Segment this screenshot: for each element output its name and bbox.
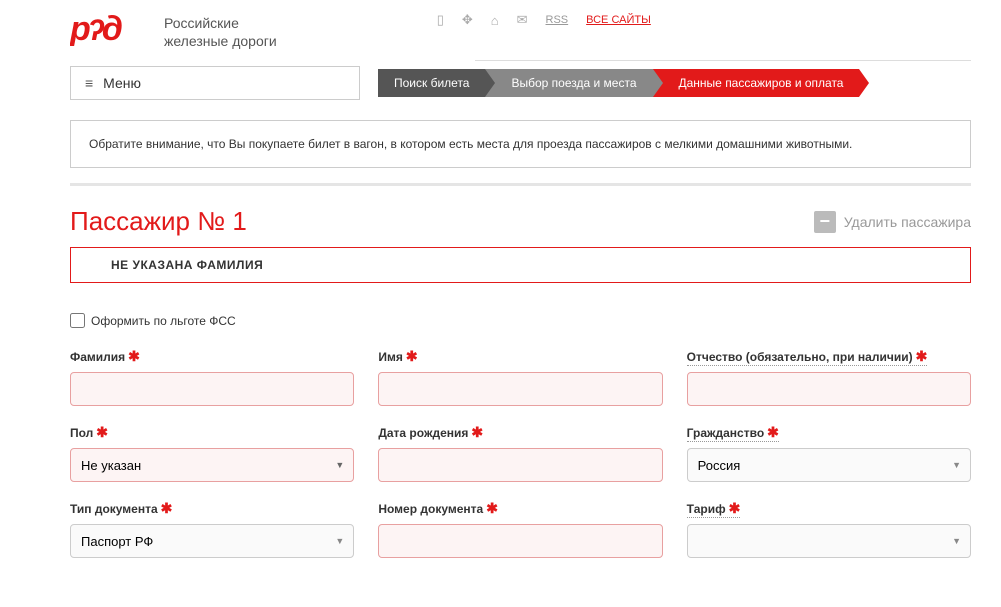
logo-area: pʔд Российские железные дороги <box>70 10 277 54</box>
menu-button[interactable]: ≡ Меню <box>70 66 360 100</box>
gender-label: Пол✱ <box>70 424 354 442</box>
required-asterisk: ✱ <box>471 424 483 441</box>
docnum-input[interactable] <box>378 524 662 558</box>
mobile-icon[interactable]: ▯ <box>437 12 444 28</box>
gender-select[interactable]: Не указан <box>70 448 354 482</box>
patronymic-input[interactable] <box>687 372 971 406</box>
tariff-label: Тариф✱ <box>687 500 741 518</box>
step-choose-train[interactable]: Выбор поезда и места <box>485 69 652 97</box>
hamburger-icon: ≡ <box>85 75 93 91</box>
step-search-ticket[interactable]: Поиск билета <box>378 69 485 97</box>
surname-label: Фамилия✱ <box>70 348 354 366</box>
required-asterisk: ✱ <box>128 348 140 365</box>
field-docnum: Номер документа✱ <box>378 500 662 558</box>
field-gender: Пол✱ Не указан <box>70 424 354 482</box>
minus-icon: − <box>814 211 836 233</box>
birthdate-label: Дата рождения✱ <box>378 424 662 442</box>
fss-checkbox[interactable] <box>70 313 85 328</box>
delete-passenger-label: Удалить пассажира <box>844 214 971 230</box>
required-asterisk: ✱ <box>916 348 928 365</box>
delete-passenger-button[interactable]: − Удалить пассажира <box>814 211 971 233</box>
passenger-header: Пассажир № 1 − Удалить пассажира <box>70 206 971 237</box>
field-surname: Фамилия✱ <box>70 348 354 406</box>
required-asterisk: ✱ <box>486 500 498 517</box>
logo-tagline: Российские железные дороги <box>164 14 277 50</box>
patronymic-label: Отчество (обязательно, при наличии)✱ <box>687 348 928 366</box>
home-icon[interactable]: ⌂ <box>491 13 499 28</box>
field-citizenship: Гражданство✱ Россия <box>687 424 971 482</box>
citizenship-label: Гражданство✱ <box>687 424 779 442</box>
progress-steps: Поиск билета Выбор поезда и места Данные… <box>378 69 859 97</box>
required-asterisk: ✱ <box>767 424 779 441</box>
menu-label: Меню <box>103 75 141 91</box>
nav-row: ≡ Меню Поиск билета Выбор поезда и места… <box>0 61 1001 105</box>
tariff-select[interactable] <box>687 524 971 558</box>
required-asterisk: ✱ <box>161 500 173 517</box>
field-doctype: Тип документа✱ Паспорт РФ <box>70 500 354 558</box>
field-birthdate: Дата рождения✱ <box>378 424 662 482</box>
required-asterisk: ✱ <box>729 500 741 517</box>
mail-icon[interactable]: ✉ <box>517 12 528 28</box>
citizenship-select[interactable]: Россия <box>687 448 971 482</box>
rss-link[interactable]: RSS <box>546 14 569 26</box>
passenger-title: Пассажир № 1 <box>70 206 247 237</box>
svg-text:pʔд: pʔд <box>70 10 122 46</box>
docnum-label: Номер документа✱ <box>378 500 662 518</box>
all-sites-link[interactable]: ВСЕ САЙТЫ <box>586 14 651 26</box>
field-patronymic: Отчество (обязательно, при наличии)✱ <box>687 348 971 406</box>
top-utility-links: ▯ ✥ ⌂ ✉ RSS ВСЕ САЙТЫ <box>437 10 651 28</box>
field-tariff: Тариф✱ <box>687 500 971 558</box>
rzd-logo: pʔд <box>70 10 154 54</box>
required-asterisk: ✱ <box>96 424 108 441</box>
surname-input[interactable] <box>70 372 354 406</box>
fss-checkbox-row[interactable]: Оформить по льготе ФСС <box>70 313 971 328</box>
birthdate-input[interactable] <box>378 448 662 482</box>
page-header: pʔд Российские железные дороги ▯ ✥ ⌂ ✉ R… <box>0 0 1001 64</box>
section-divider <box>70 183 971 186</box>
passenger-form: Оформить по льготе ФСС Фамилия✱ Имя✱ <box>70 313 971 558</box>
fss-checkbox-label: Оформить по льготе ФСС <box>91 314 236 328</box>
validation-error-bar: НЕ УКАЗАНА ФАМИЛИЯ <box>70 247 971 283</box>
doctype-label: Тип документа✱ <box>70 500 354 518</box>
expand-icon[interactable]: ✥ <box>462 12 473 28</box>
name-label: Имя✱ <box>378 348 662 366</box>
required-asterisk: ✱ <box>406 348 418 365</box>
step-passenger-data[interactable]: Данные пассажиров и оплата <box>653 69 860 97</box>
form-grid: Фамилия✱ Имя✱ Отчество (обязательно, при… <box>70 348 971 558</box>
notice-box: Обратите внимание, что Вы покупаете биле… <box>70 120 971 168</box>
name-input[interactable] <box>378 372 662 406</box>
field-name: Имя✱ <box>378 348 662 406</box>
doctype-select[interactable]: Паспорт РФ <box>70 524 354 558</box>
